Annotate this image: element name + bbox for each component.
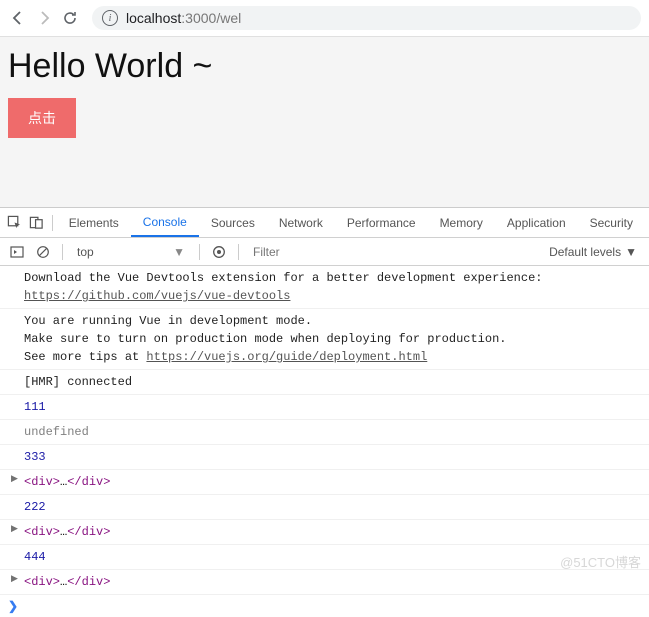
devtools-tabs: ElementsConsoleSourcesNetworkPerformance…	[0, 208, 649, 238]
tab-application[interactable]: Application	[495, 208, 578, 237]
inspect-icon[interactable]	[4, 210, 26, 236]
console-row[interactable]: <div>…</div>	[0, 570, 649, 595]
tab-network[interactable]: Network	[267, 208, 335, 237]
console-output: Download the Vue Devtools extension for …	[0, 266, 649, 595]
filter-input[interactable]	[247, 243, 539, 261]
console-row: 111	[0, 395, 649, 420]
console-row: 222	[0, 495, 649, 520]
reload-icon[interactable]	[60, 8, 80, 28]
page-content: Hello World ~ 点击	[0, 37, 649, 207]
console-row[interactable]: <div>…</div>	[0, 470, 649, 495]
console-row: You are running Vue in development mode.…	[0, 309, 649, 370]
console-prompt[interactable]	[0, 595, 649, 617]
url-text: localhost:3000/wel	[126, 10, 241, 26]
tab-elements[interactable]: Elements	[57, 208, 131, 237]
browser-toolbar: i localhost:3000/wel	[0, 0, 649, 37]
console-link[interactable]: https://vuejs.org/guide/deployment.html	[146, 350, 427, 364]
console-link[interactable]: https://github.com/vuejs/vue-devtools	[24, 289, 290, 303]
address-bar[interactable]: i localhost:3000/wel	[92, 6, 641, 30]
watermark: @51CTO博客	[560, 552, 641, 571]
clear-console-icon[interactable]	[32, 241, 54, 263]
devtools-panel: ElementsConsoleSourcesNetworkPerformance…	[0, 207, 649, 617]
log-levels-selector[interactable]: Default levels ▼	[543, 245, 643, 259]
click-button[interactable]: 点击	[8, 98, 76, 138]
console-row: undefined	[0, 420, 649, 445]
tab-security[interactable]: Security	[578, 208, 645, 237]
console-row: 444	[0, 545, 649, 570]
back-icon[interactable]	[8, 8, 28, 28]
page-title: Hello World ~	[8, 47, 641, 86]
console-row[interactable]: <div>…</div>	[0, 520, 649, 545]
tab-sources[interactable]: Sources	[199, 208, 267, 237]
console-row: Download the Vue Devtools extension for …	[0, 266, 649, 309]
context-selector[interactable]: top ▼	[71, 245, 191, 259]
console-row: 333	[0, 445, 649, 470]
tab-memory[interactable]: Memory	[428, 208, 495, 237]
console-row: [HMR] connected	[0, 370, 649, 395]
live-expression-icon[interactable]	[208, 241, 230, 263]
sidebar-toggle-icon[interactable]	[6, 241, 28, 263]
tab-performance[interactable]: Performance	[335, 208, 428, 237]
device-toggle-icon[interactable]	[26, 210, 48, 236]
info-icon[interactable]: i	[102, 10, 118, 26]
tab-console[interactable]: Console	[131, 208, 199, 237]
forward-icon[interactable]	[34, 8, 54, 28]
console-toolbar: top ▼ Default levels ▼	[0, 238, 649, 266]
